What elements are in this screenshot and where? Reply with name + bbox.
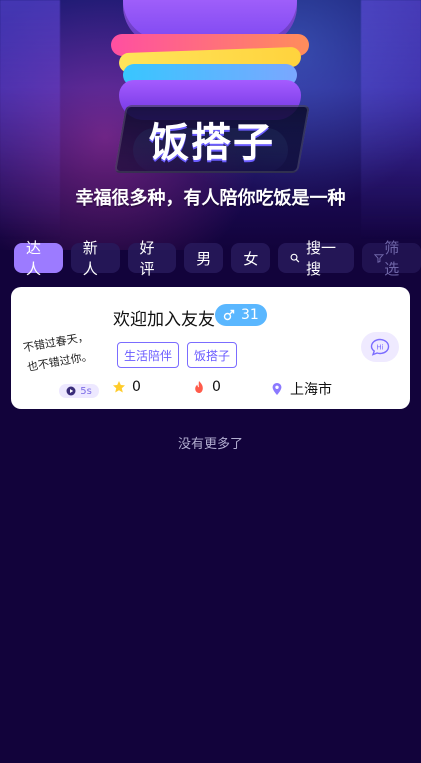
location-stat: 上海市 (270, 379, 332, 399)
hero-banner: 饭搭子 幸福很多种，有人陪你吃饭是一种 (0, 0, 421, 250)
search-icon (290, 253, 300, 263)
tab-label: 达人 (26, 239, 42, 278)
user-tags: 生活陪伴 饭搭子 (117, 342, 238, 368)
voice-message[interactable]: 5s (59, 384, 99, 398)
user-card[interactable]: 不错过春天， 也不错过你。 欢迎加入友友 31 生活陪伴 饭搭子 Hi 5s 0… (11, 287, 410, 409)
search-label: 搜一搜 (306, 239, 337, 278)
hi-chat-icon: Hi (370, 338, 390, 356)
play-icon (66, 386, 76, 396)
tab-label: 好评 (139, 239, 155, 278)
like-stat: 0 (112, 379, 141, 395)
flame-icon (195, 381, 203, 393)
hot-stat: 0 (192, 379, 221, 395)
tab-good-reviews[interactable]: 好评 (127, 239, 177, 278)
filter-label: 筛选 (384, 239, 400, 278)
tag-chip: 生活陪伴 (117, 342, 180, 368)
filter-button[interactable]: 筛选 (362, 239, 421, 278)
filter-tabs: 达人 新人 好评 男 女 搜一搜 筛选 (14, 239, 421, 278)
app-logo-text: 饭搭子 (149, 120, 275, 166)
tab-male[interactable]: 男 (184, 243, 224, 273)
app-logo: 饭搭子 (114, 105, 310, 173)
hot-count: 0 (212, 379, 221, 395)
avatar-handwriting: 不错过春天， 也不错过你。 (22, 329, 93, 374)
location-text: 上海市 (290, 382, 332, 398)
like-count: 0 (132, 379, 141, 395)
gender-age-badge: 31 (215, 304, 267, 326)
filter-icon (374, 254, 385, 263)
voice-duration: 5s (80, 385, 92, 397)
star-icon (113, 381, 125, 393)
tag-chip: 饭搭子 (187, 342, 238, 368)
age-value: 31 (241, 307, 259, 323)
male-icon (223, 309, 235, 321)
tag-label: 饭搭子 (194, 348, 231, 363)
tab-daren[interactable]: 达人 (14, 239, 63, 278)
tab-label: 男 (196, 249, 212, 268)
tab-label: 新人 (82, 239, 98, 278)
user-name: 欢迎加入友友 (113, 310, 215, 330)
hero-slogan: 幸福很多种，有人陪你吃饭是一种 (75, 188, 346, 209)
tab-female[interactable]: 女 (231, 243, 271, 273)
location-pin-icon (272, 383, 282, 395)
tab-newcomer[interactable]: 新人 (70, 239, 120, 278)
hi-text: Hi (376, 343, 383, 351)
no-more-text: 没有更多了 (177, 437, 243, 452)
tag-label: 生活陪伴 (124, 348, 173, 363)
search-button[interactable]: 搜一搜 (278, 239, 355, 278)
tab-label: 女 (243, 249, 259, 268)
say-hi-button[interactable]: Hi (361, 332, 399, 362)
